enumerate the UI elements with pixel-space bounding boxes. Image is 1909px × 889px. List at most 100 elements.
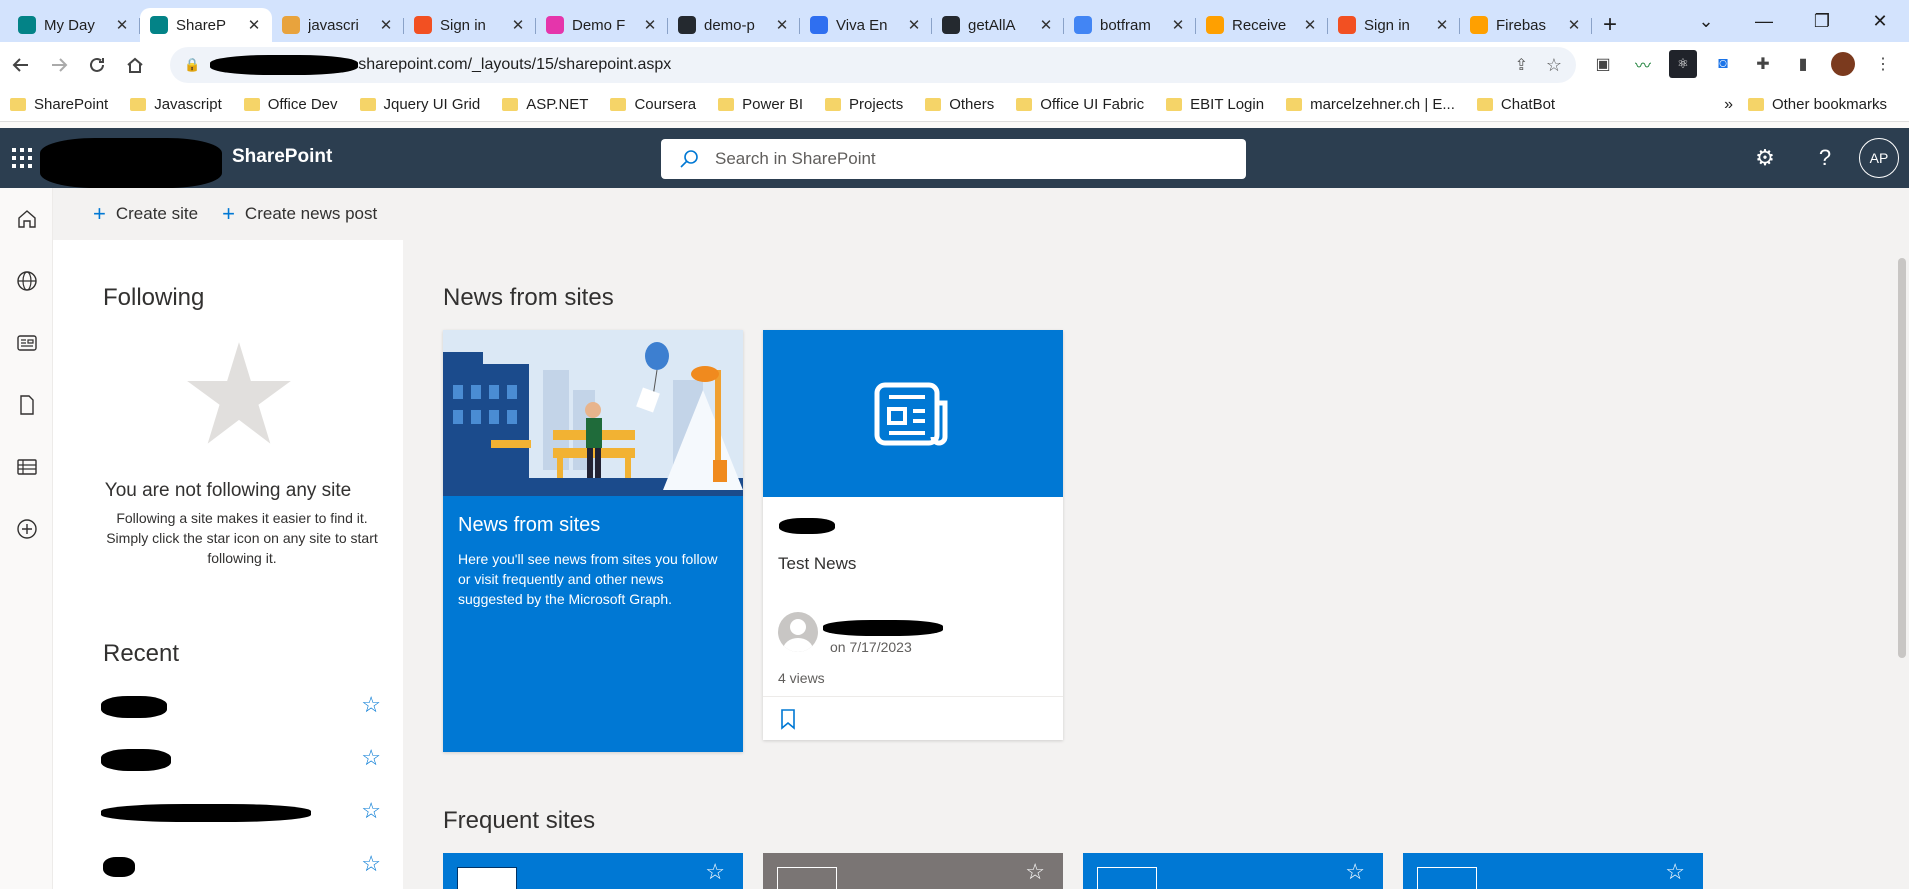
bookmark-item[interactable]: marcelzehner.ch | E... xyxy=(1286,96,1455,113)
tab-search-icon[interactable]: ⌄ xyxy=(1677,0,1735,42)
bookmark-item[interactable]: Projects xyxy=(825,96,903,113)
bookmark-star-icon[interactable]: ☆ xyxy=(1546,55,1562,76)
share-icon[interactable]: ⇪ xyxy=(1515,55,1528,75)
browser-tab[interactable]: Sign in ✕ xyxy=(404,8,536,42)
close-tab-icon[interactable]: ✕ xyxy=(642,16,658,34)
bookmark-item[interactable]: Jquery UI Grid xyxy=(359,96,480,113)
app-launcher-icon[interactable] xyxy=(12,148,32,168)
close-tab-icon[interactable]: ✕ xyxy=(378,16,394,34)
profile-avatar-icon[interactable] xyxy=(1829,50,1857,78)
browser-tab[interactable]: ShareP ✕ xyxy=(140,8,272,42)
list-icon[interactable] xyxy=(0,436,53,498)
recent-item[interactable]: ☆ xyxy=(101,794,381,830)
extension-icon-1[interactable]: ▣ xyxy=(1589,50,1617,78)
close-tab-icon[interactable]: ✕ xyxy=(1170,16,1186,34)
brand-name[interactable]: SharePoint xyxy=(232,146,332,168)
create-add-icon[interactable] xyxy=(0,498,53,560)
close-tab-icon[interactable]: ✕ xyxy=(1434,16,1450,34)
follow-star-icon[interactable]: ☆ xyxy=(1345,859,1365,885)
account-avatar[interactable]: AP xyxy=(1859,138,1899,178)
follow-star-icon[interactable]: ☆ xyxy=(361,798,381,824)
browser-tab[interactable]: Firebas ✕ xyxy=(1460,8,1592,42)
recent-item[interactable]: ☆ xyxy=(101,847,381,883)
follow-star-icon[interactable]: ☆ xyxy=(361,692,381,718)
bookmark-item[interactable]: Office Dev xyxy=(243,96,338,113)
frequent-site-card[interactable]: ☆ xyxy=(443,853,743,889)
restore-button[interactable]: ❐ xyxy=(1793,0,1851,42)
react-devtools-icon[interactable]: ⚛ xyxy=(1669,50,1697,78)
globe-icon[interactable] xyxy=(0,250,53,312)
scrollbar-thumb[interactable] xyxy=(1898,258,1906,658)
browser-tab[interactable]: javascri ✕ xyxy=(272,8,404,42)
follow-star-icon[interactable]: ☆ xyxy=(1025,859,1045,885)
close-tab-icon[interactable]: ✕ xyxy=(774,16,790,34)
reload-button[interactable] xyxy=(80,48,114,82)
follow-star-icon[interactable]: ☆ xyxy=(705,859,725,885)
bookmark-item[interactable]: EBIT Login xyxy=(1166,96,1264,113)
browser-tab[interactable]: Receive ✕ xyxy=(1196,8,1328,42)
bookmark-item[interactable]: Javascript xyxy=(130,96,222,113)
extension-icon-4[interactable]: ◙ xyxy=(1709,50,1737,78)
extensions-puzzle-icon[interactable]: ✚ xyxy=(1749,50,1777,78)
recent-item[interactable]: ☆ xyxy=(101,688,381,724)
page-scrollbar[interactable] xyxy=(1895,240,1909,889)
browser-tab[interactable]: demo-p ✕ xyxy=(668,8,800,42)
bookmark-item[interactable]: ChatBot xyxy=(1476,96,1555,113)
search-box[interactable]: Search in SharePoint xyxy=(661,139,1246,179)
close-tab-icon[interactable]: ✕ xyxy=(1038,16,1054,34)
news-post-title[interactable]: Test News xyxy=(778,554,856,574)
browser-menu-icon[interactable]: ⋮ xyxy=(1869,50,1897,78)
address-bar[interactable]: 🔒 sharepoint.com/_layouts/15/sharepoint.… xyxy=(170,47,1576,83)
home-button[interactable] xyxy=(118,48,152,82)
close-tab-icon[interactable]: ✕ xyxy=(246,16,262,34)
new-tab-button[interactable]: + xyxy=(1592,8,1628,42)
frequent-site-card[interactable]: ☆ xyxy=(1083,853,1383,889)
bookmark-item[interactable]: ASP.NET xyxy=(502,96,588,113)
bookmark-icon[interactable] xyxy=(779,708,797,730)
recent-item[interactable]: ☆ xyxy=(101,741,381,777)
bookmark-item[interactable]: Office UI Fabric xyxy=(1016,96,1144,113)
bookmark-item[interactable]: Others xyxy=(925,96,994,113)
browser-tab[interactable]: My Day ✕ xyxy=(8,8,140,42)
browser-tab[interactable]: Viva En ✕ xyxy=(800,8,932,42)
close-window-button[interactable]: ✕ xyxy=(1851,0,1909,42)
create-site-button[interactable]: + Create site xyxy=(93,201,198,227)
minimize-button[interactable]: — xyxy=(1735,0,1793,42)
follow-star-icon[interactable]: ☆ xyxy=(1665,859,1685,885)
javascript-icon xyxy=(282,16,300,34)
close-tab-icon[interactable]: ✕ xyxy=(114,16,130,34)
close-tab-icon[interactable]: ✕ xyxy=(510,16,526,34)
browser-tab[interactable]: Demo F ✕ xyxy=(536,8,668,42)
close-tab-icon[interactable]: ✕ xyxy=(1302,16,1318,34)
bookmark-item[interactable]: SharePoint xyxy=(10,96,108,113)
browser-tab[interactable]: botfram ✕ xyxy=(1064,8,1196,42)
close-tab-icon[interactable]: ✕ xyxy=(906,16,922,34)
close-tab-icon[interactable]: ✕ xyxy=(1566,16,1582,34)
redacted-author-name xyxy=(823,620,943,636)
frequent-site-card[interactable]: ☆ xyxy=(1403,853,1703,889)
extension-icon-2[interactable]: 〰 xyxy=(1629,50,1657,78)
bookmark-item[interactable]: Power BI xyxy=(718,96,803,113)
help-icon[interactable]: ? xyxy=(1795,128,1855,188)
create-news-post-button[interactable]: + Create news post xyxy=(222,201,377,227)
side-panel-icon[interactable]: ▮ xyxy=(1789,50,1817,78)
follow-star-icon[interactable]: ☆ xyxy=(361,851,381,877)
bookmark-item[interactable]: Coursera xyxy=(610,96,696,113)
other-bookmarks-folder[interactable]: Other bookmarks xyxy=(1747,96,1887,113)
news-icon[interactable] xyxy=(0,312,53,374)
forward-button[interactable] xyxy=(42,48,76,82)
follow-star-icon[interactable]: ☆ xyxy=(361,745,381,771)
frequent-site-card[interactable]: ☆ xyxy=(763,853,1063,889)
search-icon xyxy=(680,150,698,168)
more-bookmarks-button[interactable]: » xyxy=(1724,96,1733,114)
news-post-card[interactable]: Test News on 7/17/2023 4 views xyxy=(763,330,1063,740)
browser-tab[interactable]: Sign in ✕ xyxy=(1328,8,1460,42)
settings-gear-icon[interactable]: ⚙ xyxy=(1735,128,1795,188)
home-icon[interactable] xyxy=(0,188,53,250)
document-icon[interactable] xyxy=(0,374,53,436)
firebase-icon xyxy=(1470,16,1488,34)
lock-icon[interactable]: 🔒 xyxy=(184,57,200,73)
back-button[interactable] xyxy=(4,48,38,82)
browser-tab[interactable]: getAllA ✕ xyxy=(932,8,1064,42)
news-intro-card[interactable]: News from sites Here you'll see news fro… xyxy=(443,330,743,752)
